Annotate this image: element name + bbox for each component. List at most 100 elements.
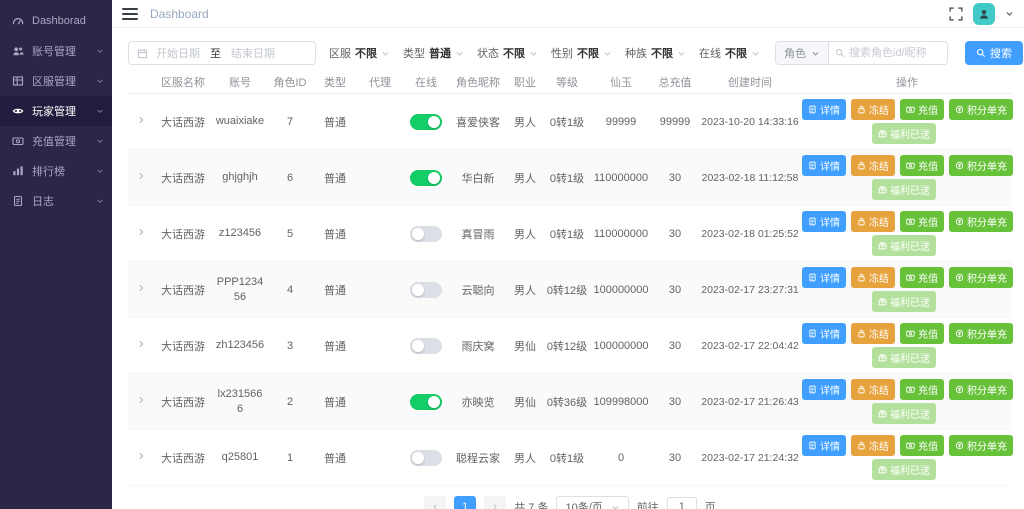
pagination: ‹ 1 › 共 7 条 10条/页 前往 页 xyxy=(128,496,1012,509)
recharge-button[interactable]: 充值 xyxy=(900,99,944,120)
recharge-button[interactable]: 充值 xyxy=(900,323,944,344)
filter-select-race[interactable]: 种族 不限 xyxy=(625,45,686,61)
points-recharge-button[interactable]: 积分单充 xyxy=(949,323,1013,344)
sidebar-item-ranking[interactable]: 排行榜 xyxy=(0,156,112,186)
cell-role-id: 7 xyxy=(286,115,294,128)
online-toggle[interactable] xyxy=(410,393,442,410)
online-toggle[interactable] xyxy=(410,449,442,466)
detail-button[interactable]: 详情 xyxy=(802,155,846,176)
row-expand-icon[interactable] xyxy=(136,339,146,349)
filter-select-online[interactable]: 在线 不限 xyxy=(699,45,760,61)
points-recharge-button[interactable]: 积分单充 xyxy=(949,211,1013,232)
freeze-button[interactable]: 冻结 xyxy=(851,211,895,232)
recharge-button-label: 充值 xyxy=(918,442,938,453)
search-button[interactable]: 搜索 xyxy=(965,41,1023,65)
online-toggle[interactable] xyxy=(410,281,442,298)
detail-button-label: 详情 xyxy=(820,330,840,341)
sidebar-item-accounts[interactable]: 账号管理 xyxy=(0,36,112,66)
lock-icon xyxy=(858,217,865,226)
welfare-sent-button[interactable]: 福利已送 xyxy=(872,235,936,256)
filter-select-server[interactable]: 区服 不限 xyxy=(329,45,390,61)
filter-select-type[interactable]: 类型 普通 xyxy=(403,45,464,61)
detail-button[interactable]: 详情 xyxy=(802,99,846,120)
cell-level: 0转1级 xyxy=(549,452,585,465)
row-expand-icon[interactable] xyxy=(136,115,146,125)
welfare-sent-button[interactable]: 福利已送 xyxy=(872,179,936,200)
filter-select-gender[interactable]: 性别 不限 xyxy=(551,45,612,61)
row-expand-icon[interactable] xyxy=(136,227,146,237)
lock-icon xyxy=(858,329,865,338)
detail-button[interactable]: 详情 xyxy=(802,323,846,344)
hamburger-icon[interactable] xyxy=(122,7,138,20)
sidebar-item-servers[interactable]: 区服管理 xyxy=(0,66,112,96)
freeze-button[interactable]: 冻结 xyxy=(851,267,895,288)
sidebar-item-players[interactable]: 玩家管理 xyxy=(0,96,112,126)
detail-button[interactable]: 详情 xyxy=(802,267,846,288)
freeze-button[interactable]: 冻结 xyxy=(851,435,895,456)
welfare-sent-button[interactable]: 福利已送 xyxy=(872,291,936,312)
coins-icon xyxy=(955,329,964,338)
freeze-button[interactable]: 冻结 xyxy=(851,379,895,400)
row-expand-icon[interactable] xyxy=(136,171,146,181)
sidebar-item-label: 充值管理 xyxy=(32,136,76,148)
fullscreen-icon[interactable] xyxy=(949,6,963,21)
coins-icon xyxy=(955,161,964,170)
money-icon xyxy=(906,218,915,225)
search-input[interactable] xyxy=(849,47,941,59)
row-expand-icon[interactable] xyxy=(136,283,146,293)
filter-value: 不限 xyxy=(725,48,747,60)
points-recharge-button[interactable]: 积分单充 xyxy=(949,155,1013,176)
freeze-button[interactable]: 冻结 xyxy=(851,99,895,120)
welfare-sent-button[interactable]: 福利已送 xyxy=(872,459,936,480)
points-recharge-button[interactable]: 积分单充 xyxy=(949,99,1013,120)
recharge-button[interactable]: 充值 xyxy=(900,155,944,176)
cell-server: 大话西游 xyxy=(161,396,205,409)
freeze-button[interactable]: 冻结 xyxy=(851,323,895,344)
sidebar-item-dashboard[interactable]: Dashborad xyxy=(0,6,112,36)
detail-button[interactable]: 详情 xyxy=(802,211,846,232)
points-recharge-button[interactable]: 积分单充 xyxy=(949,435,1013,456)
points-recharge-button[interactable]: 积分单充 xyxy=(949,379,1013,400)
freeze-button-label: 冻结 xyxy=(869,106,889,117)
recharge-button[interactable]: 充值 xyxy=(900,435,944,456)
role-type-select[interactable]: 角色 xyxy=(776,42,829,64)
detail-button[interactable]: 详情 xyxy=(802,379,846,400)
chevron-down-icon xyxy=(97,109,103,113)
caret-down-icon[interactable] xyxy=(1005,9,1014,18)
prev-page-button[interactable]: ‹ xyxy=(424,496,447,509)
online-toggle[interactable] xyxy=(410,169,442,186)
welfare-sent-button-label: 福利已送 xyxy=(890,186,930,197)
online-toggle[interactable] xyxy=(410,225,442,242)
recharge-button[interactable]: 充值 xyxy=(900,379,944,400)
recharge-button[interactable]: 充值 xyxy=(900,211,944,232)
online-toggle[interactable] xyxy=(410,337,442,354)
detail-button[interactable]: 详情 xyxy=(802,435,846,456)
table-row: 大话西游 zh123456 3 普通 雨庆窝 男仙 0转12级 10000000… xyxy=(128,318,1013,374)
row-expand-icon[interactable] xyxy=(136,451,146,461)
date-range-picker[interactable]: 开始日期 至 结束日期 xyxy=(128,41,316,65)
next-page-button[interactable]: › xyxy=(484,496,507,509)
points-recharge-button[interactable]: 积分单充 xyxy=(949,267,1013,288)
welfare-sent-button[interactable]: 福利已送 xyxy=(872,347,936,368)
points-recharge-button-label: 积分单充 xyxy=(967,442,1007,453)
cell-total: 30 xyxy=(668,339,682,352)
sidebar-item-recharge[interactable]: 充值管理 xyxy=(0,126,112,156)
detail-icon xyxy=(809,441,816,450)
welfare-sent-button[interactable]: 福利已送 xyxy=(872,123,936,144)
row-expand-icon[interactable] xyxy=(136,395,146,405)
welfare-sent-button[interactable]: 福利已送 xyxy=(872,403,936,424)
sidebar-item-logs[interactable]: 日志 xyxy=(0,186,112,216)
col-nickname: 角色昵称 xyxy=(456,76,500,89)
recharge-button[interactable]: 充值 xyxy=(900,267,944,288)
page-size-value: 10条/页 xyxy=(565,502,603,509)
goto-page-input[interactable] xyxy=(666,497,697,509)
online-toggle[interactable] xyxy=(410,113,442,130)
freeze-button[interactable]: 冻结 xyxy=(851,155,895,176)
page-number-1[interactable]: 1 xyxy=(454,496,477,509)
filter-select-status[interactable]: 状态 不限 xyxy=(477,45,538,61)
money-icon xyxy=(906,386,915,393)
page-size-select[interactable]: 10条/页 xyxy=(556,496,629,509)
filter-label: 类型 xyxy=(403,48,425,60)
avatar[interactable] xyxy=(973,2,995,25)
table-row: 大话西游 PPP123456 4 普通 云聪向 男人 0转12级 1000000… xyxy=(128,262,1013,318)
